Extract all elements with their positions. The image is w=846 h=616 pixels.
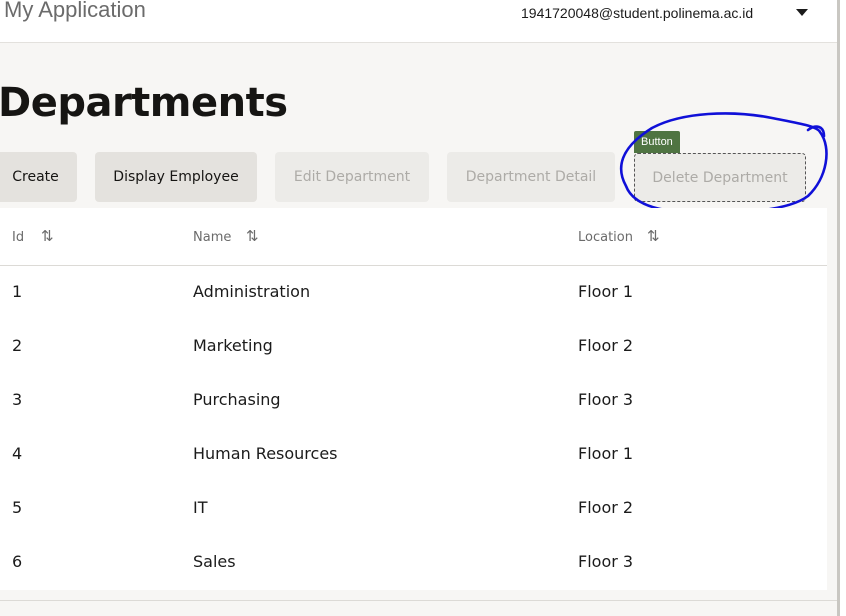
sort-icon[interactable]: ⇅	[246, 227, 259, 245]
cell-id: 5	[12, 498, 23, 517]
app-header: My Application 1941720048@student.poline…	[0, 0, 837, 43]
cell-name: Purchasing	[193, 390, 281, 409]
cell-id: 2	[12, 336, 23, 355]
cell-location: Floor 3	[578, 390, 634, 409]
divider	[0, 600, 837, 601]
cell-location: Floor 2	[578, 498, 634, 517]
table-row[interactable]: 1 Administration Floor 1	[0, 267, 827, 321]
sort-icon[interactable]: ⇅	[647, 227, 660, 245]
table-header: Id ⇅ Name ⇅ Location ⇅	[0, 208, 827, 266]
table-row[interactable]: 5 IT Floor 2	[0, 483, 827, 537]
create-button[interactable]: Create	[0, 152, 77, 202]
cell-id: 6	[12, 552, 23, 571]
table-row[interactable]: 3 Purchasing Floor 3	[0, 375, 827, 429]
sort-icon[interactable]: ⇅	[41, 227, 54, 245]
cell-id: 1	[12, 282, 23, 301]
departments-table: Id ⇅ Name ⇅ Location ⇅ 1 Administration …	[0, 208, 827, 590]
cell-location: Floor 1	[578, 282, 634, 301]
cell-id: 4	[12, 444, 23, 463]
cell-name: Human Resources	[193, 444, 338, 463]
table-row[interactable]: 6 Sales Floor 3	[0, 537, 827, 591]
window-gutter	[840, 0, 846, 616]
cell-location: Floor 2	[578, 336, 634, 355]
display-employee-button[interactable]: Display Employee	[95, 152, 257, 202]
element-tooltip-badge: Button	[634, 131, 680, 153]
department-detail-button[interactable]: Department Detail	[447, 152, 615, 202]
page-title: Departments	[0, 80, 288, 126]
column-header-location[interactable]: Location	[578, 230, 633, 245]
cell-id: 3	[12, 390, 23, 409]
app-title: My Application	[4, 0, 146, 22]
cell-name: Administration	[193, 282, 311, 301]
column-header-name[interactable]: Name	[193, 230, 231, 245]
cell-location: Floor 1	[578, 444, 634, 463]
cell-location: Floor 3	[578, 552, 634, 571]
edit-department-button[interactable]: Edit Department	[275, 152, 429, 202]
user-email[interactable]: 1941720048@student.polinema.ac.id	[521, 5, 753, 21]
cell-name: Sales	[193, 552, 236, 571]
cell-name: IT	[193, 498, 208, 517]
caret-down-icon[interactable]	[796, 9, 808, 16]
table-row[interactable]: 2 Marketing Floor 2	[0, 321, 827, 375]
delete-department-button[interactable]: Delete Department	[634, 153, 806, 202]
column-header-id[interactable]: Id	[12, 230, 24, 245]
cell-name: Marketing	[193, 336, 273, 355]
table-row[interactable]: 4 Human Resources Floor 1	[0, 429, 827, 483]
